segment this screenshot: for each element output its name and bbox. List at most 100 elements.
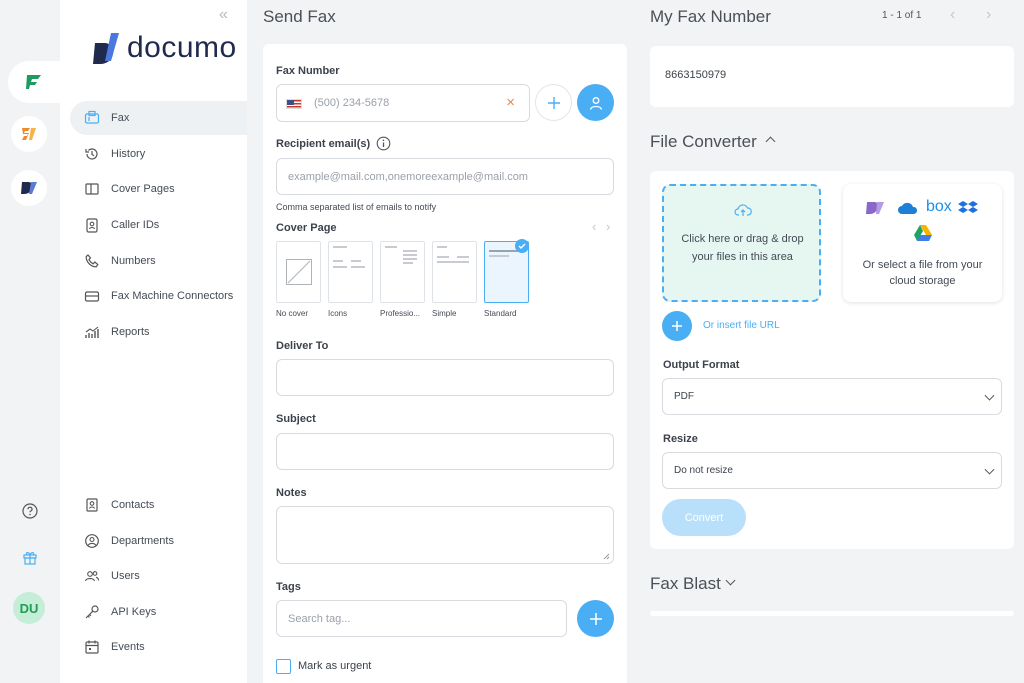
brand-logo: documo xyxy=(93,31,237,65)
resize-select[interactable]: Do not resize xyxy=(662,452,1002,489)
box-icon[interactable]: box xyxy=(926,198,952,216)
urgent-checkbox[interactable] xyxy=(276,659,291,674)
documo-docs-app-icon xyxy=(21,182,37,194)
resize-label: Resize xyxy=(663,433,698,445)
recipient-email-placeholder: example@mail.com,onemoreexample@mail.com xyxy=(288,170,528,183)
recipient-email-input[interactable]: example@mail.com,onemoreexample@mail.com xyxy=(276,158,614,195)
file-converter-title: File Converter xyxy=(650,132,757,151)
fax-blast-title: Fax Blast xyxy=(650,574,721,593)
plus-icon xyxy=(672,321,682,331)
output-format-label: Output Format xyxy=(663,359,740,371)
pagination-text: 1 - 1 of 1 xyxy=(882,10,922,21)
recipient-email-hint: Comma separated list of emails to notify xyxy=(276,202,437,212)
fax-number-input[interactable]: (500) 234-5678 × xyxy=(276,84,530,122)
users-icon xyxy=(83,567,101,585)
prev-page-icon[interactable]: ‹ xyxy=(950,6,955,24)
google-drive-icon[interactable] xyxy=(913,224,933,242)
user-avatar[interactable]: DU xyxy=(13,592,45,624)
collapse-sidebar-icon[interactable]: « xyxy=(219,6,228,24)
cover-next-icon[interactable]: › xyxy=(606,219,610,234)
contacts-icon xyxy=(83,496,101,514)
sidebar-item-departments[interactable]: Departments xyxy=(70,524,247,558)
sidebar-item-label: Contacts xyxy=(111,499,155,511)
convert-button[interactable]: Convert xyxy=(662,499,746,536)
documo-sign-app-icon xyxy=(22,128,36,140)
urgent-label: Mark as urgent xyxy=(298,660,372,672)
sidebar-item-numbers[interactable]: Numbers xyxy=(70,244,247,278)
sidebar-item-events[interactable]: Events xyxy=(70,630,247,664)
insert-url-link[interactable]: Or insert file URL xyxy=(703,320,780,331)
notes-textarea[interactable] xyxy=(276,506,614,564)
add-number-button[interactable] xyxy=(535,84,572,121)
person-icon xyxy=(589,96,602,110)
sidebar-item-history[interactable]: History xyxy=(70,137,247,171)
tags-placeholder: Search tag... xyxy=(288,612,351,625)
subject-label: Subject xyxy=(276,413,316,425)
caller-id-icon xyxy=(83,216,101,234)
sidebar-item-contacts[interactable]: Contacts xyxy=(70,488,247,522)
sidebar-item-reports[interactable]: Reports xyxy=(70,315,247,349)
help-button[interactable] xyxy=(17,498,43,524)
output-format-select[interactable]: PDF xyxy=(662,378,1002,415)
sidebar-item-label: Caller IDs xyxy=(111,219,160,231)
notes-label: Notes xyxy=(276,487,307,499)
sidebar-item-label: Cover Pages xyxy=(111,183,175,195)
clear-number-icon[interactable]: × xyxy=(506,94,515,111)
sidebar-item-api-keys[interactable]: API Keys xyxy=(70,595,247,629)
cover-name: Standard xyxy=(484,309,517,318)
reports-icon xyxy=(83,323,101,341)
subject-input[interactable] xyxy=(276,433,614,470)
sidebar-item-users[interactable]: Users xyxy=(70,559,247,593)
documo-docs-icon[interactable] xyxy=(865,199,887,217)
insert-url-button[interactable] xyxy=(662,311,692,341)
sidebar-item-fax-machine-connectors[interactable]: Fax Machine Connectors xyxy=(70,279,247,313)
sidebar-item-fax[interactable]: Fax xyxy=(70,101,247,135)
dropbox-icon[interactable] xyxy=(958,199,978,217)
documo-logo-icon xyxy=(93,33,119,64)
next-page-icon[interactable]: › xyxy=(986,6,991,24)
send-fax-title: Send Fax xyxy=(263,7,336,26)
cover-thumb-professional[interactable] xyxy=(380,241,425,303)
expand-chevron-icon[interactable] xyxy=(725,575,736,586)
fax-number-label: Fax Number xyxy=(276,65,340,77)
sidebar: « documo Fax History Cover Pages Caller … xyxy=(60,0,247,683)
cover-thumb-no-cover[interactable] xyxy=(276,241,321,303)
file-dropzone[interactable]: Click here or drag & drop your files in … xyxy=(662,184,821,302)
fax-blast-card xyxy=(650,611,1014,616)
cover-name: Professio... xyxy=(380,309,421,318)
help-icon xyxy=(22,503,38,519)
add-tag-button[interactable] xyxy=(577,600,614,637)
us-flag-icon[interactable] xyxy=(286,99,302,109)
sidebar-item-caller-ids[interactable]: Caller IDs xyxy=(70,208,247,242)
collapse-chevron-icon[interactable] xyxy=(765,136,776,147)
cover-thumb-standard[interactable] xyxy=(484,239,529,303)
fax-number-placeholder: (500) 234-5678 xyxy=(314,97,390,109)
history-icon xyxy=(83,145,101,163)
cloud-upload-icon xyxy=(734,204,752,216)
deliver-to-input[interactable] xyxy=(276,359,614,396)
cover-thumb-icons[interactable] xyxy=(328,241,373,303)
info-icon[interactable] xyxy=(376,136,391,156)
fax-app-switch[interactable] xyxy=(8,61,60,103)
recipient-email-label: Recipient email(s) xyxy=(276,138,371,150)
sidebar-item-label: Users xyxy=(111,570,140,582)
cover-thumb-simple[interactable] xyxy=(432,241,477,303)
tags-search-input[interactable]: Search tag... xyxy=(276,600,567,637)
sidebar-item-label: Fax xyxy=(111,112,130,124)
cover-prev-icon[interactable]: ‹ xyxy=(592,219,596,234)
brand-name: documo xyxy=(127,31,237,64)
onedrive-icon[interactable] xyxy=(897,201,919,215)
sign-app-switch[interactable] xyxy=(11,116,47,152)
select-contact-button[interactable] xyxy=(577,84,614,121)
sidebar-item-cover-pages[interactable]: Cover Pages xyxy=(70,172,247,206)
gift-button[interactable] xyxy=(17,544,43,570)
cover-page-label: Cover Page xyxy=(276,222,337,234)
sidebar-item-label: History xyxy=(111,148,146,160)
selected-check-icon xyxy=(515,239,529,253)
cover-pages-icon xyxy=(83,180,101,198)
docs-app-switch[interactable] xyxy=(11,170,47,206)
resize-handle-icon[interactable] xyxy=(603,553,610,560)
fax-number-value: 8663150979 xyxy=(665,69,727,81)
fax-icon xyxy=(83,109,101,127)
sidebar-item-label: Events xyxy=(111,641,145,653)
